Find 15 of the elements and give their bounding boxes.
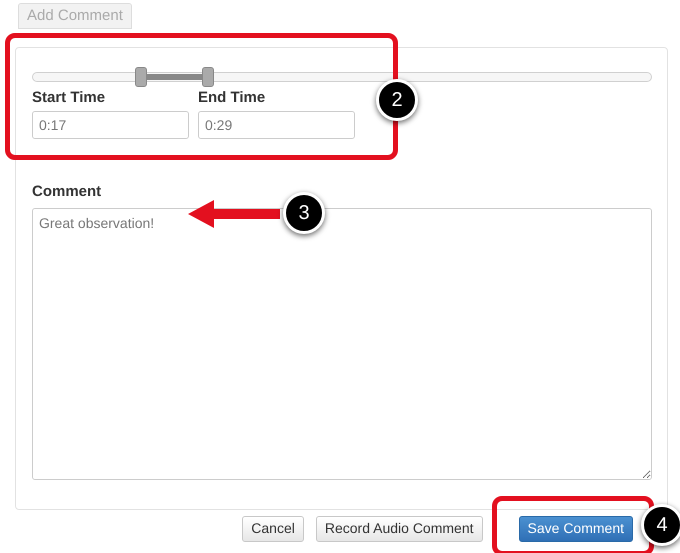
time-field[interactable]: 0:29 (198, 111, 355, 139)
step-number-badge: 3 (283, 192, 325, 234)
time-field[interactable]: 0:17 (32, 111, 189, 139)
time-range-slider[interactable] (32, 66, 652, 88)
field-label: Start Time (32, 88, 106, 107)
arrow-icon (188, 200, 280, 228)
step-number-badge: 2 (376, 79, 418, 121)
action-button[interactable]: Cancel (242, 516, 304, 542)
step-number-badge: 4 (641, 504, 680, 546)
slider-handle[interactable] (135, 67, 148, 87)
field-label: End Time (198, 88, 266, 107)
action-button[interactable]: Record Audio Comment (316, 516, 483, 542)
slider-handle[interactable] (202, 67, 214, 87)
action-button[interactable]: Save Comment (518, 516, 633, 542)
field-label: Comment (32, 182, 102, 202)
